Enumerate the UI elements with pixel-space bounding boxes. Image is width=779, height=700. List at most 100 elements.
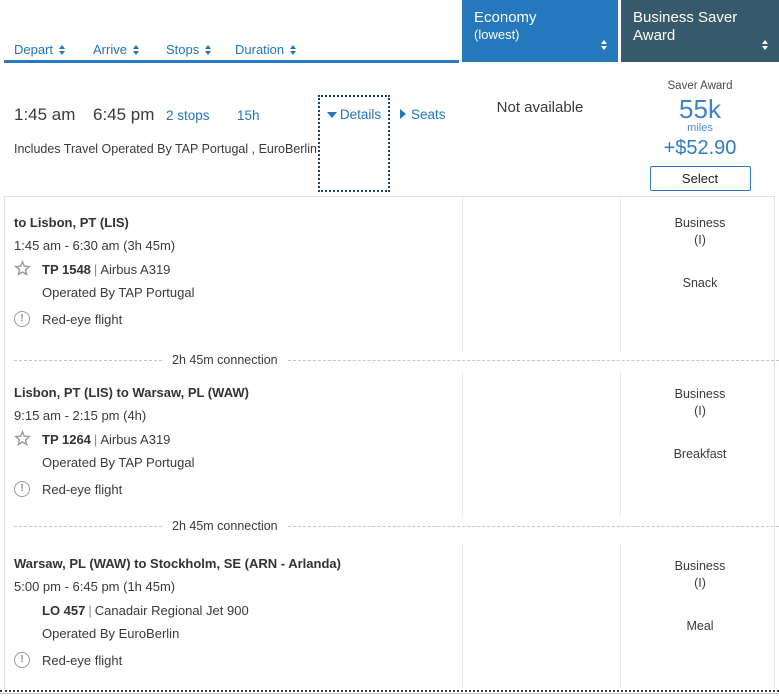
details-label: Details: [339, 107, 382, 122]
segment-cabin-cell: Business (I) Snack: [621, 215, 779, 291]
flight-results-page: Depart Arrive Stops Duration Economy (lo…: [0, 0, 779, 700]
business-saver-award-cell: Saver Award 55k miles +$52.90 Select: [621, 80, 779, 191]
star-alliance-icon: [13, 259, 32, 277]
award-miles-unit: miles: [687, 122, 713, 134]
seats-label: Seats: [411, 107, 446, 122]
duration-text: 15h: [237, 108, 260, 123]
alert-icon: !: [14, 652, 30, 668]
sort-arrows-icon: [59, 44, 66, 55]
sort-depart-label: Depart: [14, 42, 54, 57]
sort-arrows-icon: [132, 44, 139, 55]
row-bottom-line: [0, 693, 779, 694]
booking-class: (I): [694, 404, 706, 418]
sort-arrows-icon: [290, 44, 297, 55]
warning-text: Red-eye flight: [42, 312, 123, 327]
sort-duration-label: Duration: [235, 42, 285, 57]
sort-bar-underline: [4, 60, 459, 63]
award-type-label: Saver Award: [667, 80, 733, 92]
flight-number: TP 1548: [42, 262, 91, 277]
aircraft-type: Canadair Regional Jet 900: [94, 603, 249, 618]
seats-button[interactable]: Seats: [400, 107, 446, 122]
segment-route: Lisbon, PT (LIS) to Warsaw, PL (WAW): [14, 385, 249, 400]
booking-class: (I): [694, 233, 706, 247]
business-saver-column-header[interactable]: Business Saver Award: [621, 0, 779, 62]
meal-service: Snack: [682, 276, 718, 290]
sort-arrows-icon: [762, 40, 768, 50]
segment-warning: ! Red-eye flight: [14, 311, 123, 327]
segment-route: to Lisbon, PT (LIS): [14, 215, 129, 230]
segment-times: 9:15 am - 2:15 pm (4h): [14, 408, 147, 423]
aircraft-type: Airbus A319: [100, 262, 171, 277]
select-button[interactable]: Select: [649, 166, 751, 191]
segment-flight-line: LO 457 | Canadair Regional Jet 900: [14, 603, 249, 618]
economy-title: Economy: [474, 9, 537, 26]
aircraft-type: Airbus A319: [100, 432, 171, 447]
connection-dash: [287, 359, 779, 361]
depart-time: 1:45 am: [14, 105, 76, 124]
connection-row-2: 2h 45m connection: [14, 519, 779, 533]
business-saver-title: Business Saver Award: [633, 9, 738, 44]
connection-row-1: 2h 45m connection: [14, 353, 779, 367]
sort-arrive[interactable]: Arrive: [93, 42, 139, 57]
column-divider: [462, 372, 463, 517]
flight-number: LO 457: [42, 603, 86, 618]
arrive-time: 6:45 pm: [93, 105, 155, 124]
alert-icon: !: [14, 311, 30, 327]
segment-warning: ! Red-eye flight: [14, 481, 123, 497]
segment-operated-by: Operated By TAP Portugal: [42, 455, 195, 470]
segment-cabin-cell: Business (I) Breakfast: [621, 386, 779, 462]
meal-service: Meal: [686, 619, 714, 633]
award-cash-addon: +$52.90: [663, 137, 737, 159]
flight-segment-1: to Lisbon, PT (LIS) 1:45 am - 6:30 am (3…: [13, 215, 454, 333]
segment-cabin-cell: Business (I) Meal: [621, 558, 779, 634]
award-miles-value: 55k: [679, 94, 721, 124]
connection-label: 2h 45m connection: [172, 519, 278, 533]
sort-stops[interactable]: Stops: [166, 42, 212, 57]
alert-icon: !: [14, 481, 30, 497]
segment-route: Warsaw, PL (WAW) to Stockholm, SE (ARN -…: [14, 556, 341, 571]
details-focus-outline: Details: [318, 95, 390, 192]
column-divider: [462, 197, 463, 353]
cabin-name: Business: [674, 387, 726, 401]
sort-arrows-icon: [205, 44, 212, 55]
connection-label: 2h 45m connection: [172, 353, 278, 367]
connection-dash: [14, 359, 162, 361]
separator: |: [93, 262, 98, 277]
sort-arrive-label: Arrive: [93, 42, 127, 57]
cabin-name: Business: [674, 559, 726, 573]
segment-flight-line: TP 1264 | Airbus A319: [13, 429, 171, 447]
star-alliance-icon: [13, 429, 32, 447]
sort-stops-label: Stops: [166, 42, 200, 57]
sort-duration[interactable]: Duration: [235, 42, 297, 57]
sort-depart[interactable]: Depart: [14, 42, 66, 57]
segment-times: 5:00 pm - 6:45 pm (1h 45m): [14, 579, 176, 594]
sort-arrows-icon: [601, 40, 607, 50]
flight-segment-2: Lisbon, PT (LIS) to Warsaw, PL (WAW) 9:1…: [13, 385, 454, 503]
caret-right-icon: [400, 109, 406, 119]
connection-dash: [287, 525, 779, 527]
connection-dash: [14, 525, 162, 527]
cabin-name: Business: [674, 216, 726, 230]
flight-segment-3: Warsaw, PL (WAW) to Stockholm, SE (ARN -…: [14, 556, 454, 674]
segment-operated-by: Operated By EuroBerlin: [42, 626, 180, 641]
segment-operated-by: Operated By TAP Portugal: [42, 285, 195, 300]
separator: |: [88, 603, 92, 618]
segment-times: 1:45 am - 6:30 am (3h 45m): [14, 238, 176, 253]
economy-subtitle: (lowest): [474, 27, 520, 42]
flight-number: TP 1264: [42, 432, 91, 447]
warning-text: Red-eye flight: [42, 653, 123, 668]
operated-by-note: Includes Travel Operated By TAP Portugal…: [14, 142, 317, 156]
caret-down-icon: [326, 112, 337, 119]
economy-availability: Not available: [496, 99, 584, 116]
segment-flight-line: TP 1548 | Airbus A319: [13, 259, 171, 277]
segment-warning: ! Red-eye flight: [14, 652, 123, 668]
row-bottom-separator: [0, 690, 779, 692]
meal-service: Breakfast: [673, 447, 727, 461]
column-divider: [462, 543, 463, 687]
details-toggle-button[interactable]: Details: [320, 107, 388, 122]
warning-text: Red-eye flight: [42, 482, 123, 497]
booking-class: (I): [694, 576, 706, 590]
separator: |: [93, 432, 98, 447]
stops-link[interactable]: 2 stops: [166, 108, 210, 123]
economy-column-header[interactable]: Economy (lowest): [462, 0, 618, 62]
